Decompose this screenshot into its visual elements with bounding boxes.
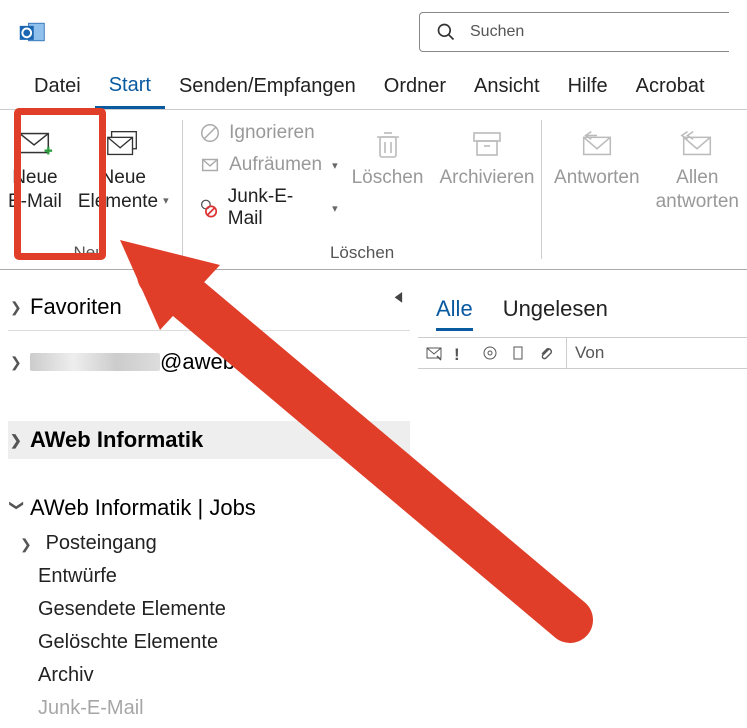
aufraeumen-button[interactable]: Aufräumen ▾ [193,150,343,180]
folder-nav-pane: ◀ ❯ Favoriten ❯ @aweb.ch ❯ AWeb Informat… [0,270,418,728]
ribbon: Neue E-Mail Neue Elemente ▾ Neu Ignoriere… [0,110,747,270]
archive-icon [468,122,506,166]
neue-email-button[interactable]: Neue E-Mail [0,118,70,214]
trash-icon [369,122,407,166]
tab-acrobat[interactable]: Acrobat [622,64,719,109]
reply-all-icon [678,122,716,166]
antworten-button[interactable]: Antworten [546,118,648,190]
neue-elemente-label-1: Neue [101,166,146,190]
tab-start[interactable]: Start [95,64,165,109]
reply-icon [578,122,616,166]
divider [8,330,410,331]
mail-column-header: ! Von [418,337,747,369]
tab-hilfe[interactable]: Hilfe [554,64,622,109]
importance-icon: ! [454,345,470,361]
column-von[interactable]: Von [566,338,747,368]
junk-email-button[interactable]: Junk-E-Mail ▾ [193,182,343,234]
nav-posteingang[interactable]: ❯ Posteingang [8,527,410,560]
chevron-down-icon: ❯ [9,499,26,513]
nav-junk[interactable]: Junk-E-Mail [8,692,410,725]
nav-account[interactable]: ❯ @aweb.ch [8,343,410,381]
document-icon [510,345,526,361]
mail-list-pane: Alle Ungelesen ! Von [418,270,747,728]
chevron-right-icon: ❯ [10,354,24,371]
nav-aweb-informatik[interactable]: ❯ AWeb Informatik [8,421,410,459]
new-mail-icon [16,122,54,166]
nav-aweb-jobs[interactable]: ❯ AWeb Informatik | Jobs [8,489,410,527]
nav-favoriten[interactable]: ❯ Favoriten [8,288,393,326]
main-area: ◀ ❯ Favoriten ❯ @aweb.ch ❯ AWeb Informat… [0,270,747,728]
chevron-down-icon: ▾ [163,195,169,209]
nav-archiv[interactable]: Archiv [8,659,410,692]
loeschen-button[interactable]: Löschen [344,118,432,190]
chevron-right-icon: ❯ [10,432,24,449]
ribbon-group-label-loeschen: Löschen [187,243,537,269]
mail-filter-tabs: Alle Ungelesen [418,296,747,331]
mailtab-ungelesen[interactable]: Ungelesen [503,296,608,331]
chevron-down-icon: ▾ [332,159,338,172]
ribbon-group-neu: Neue E-Mail Neue Elemente ▾ Neu [0,110,178,269]
neue-elemente-button[interactable]: Neue Elemente ▾ [70,118,177,214]
nav-gesendet[interactable]: Gesendete Elemente [8,593,410,626]
neue-elemente-label-2: Elemente [78,190,158,214]
ribbon-group-loeschen: Ignorieren Aufräumen ▾ Junk-E-Mail ▾ Lös… [187,110,537,269]
chevron-right-icon: ❯ [20,536,34,553]
mailtab-alle[interactable]: Alle [436,296,473,331]
chevron-down-icon: ▾ [332,202,338,215]
titlebar: Suchen [0,0,747,64]
tab-senden-empfangen[interactable]: Senden/Empfangen [165,64,370,109]
cleanup-icon [199,154,221,176]
neue-email-label-2: E-Mail [8,190,62,214]
outlook-logo-icon [18,18,46,46]
ignorieren-button[interactable]: Ignorieren [193,118,343,148]
envelope-icon [426,345,442,361]
attachment-icon [538,345,554,361]
nav-geloescht[interactable]: Gelöschte Elemente [8,626,410,659]
tab-ansicht[interactable]: Ansicht [460,64,554,109]
search-placeholder: Suchen [470,23,524,41]
redacted-text [30,353,160,371]
neue-email-label-1: Neue [12,166,57,190]
nav-entwuerfe[interactable]: Entwürfe [8,560,410,593]
archivieren-button[interactable]: Archivieren [431,118,542,190]
ignore-icon [199,122,221,144]
ribbon-group-label-neu: Neu [0,243,178,269]
search-icon [436,22,456,42]
new-items-icon [104,122,142,166]
reminder-icon [482,345,498,361]
search-input[interactable]: Suchen [419,12,729,52]
tab-ordner[interactable]: Ordner [370,64,460,109]
junk-icon [199,197,220,219]
ribbon-tabs: Datei Start Senden/Empfangen Ordner Ansi… [0,64,747,110]
ribbon-group-antworten: Antworten Allen antworten [546,110,747,269]
collapse-pane-icon[interactable]: ◀ [395,288,403,305]
tab-datei[interactable]: Datei [20,64,95,109]
chevron-right-icon: ❯ [10,299,24,316]
ribbon-divider [182,120,183,259]
allen-antworten-button[interactable]: Allen antworten [648,118,747,214]
